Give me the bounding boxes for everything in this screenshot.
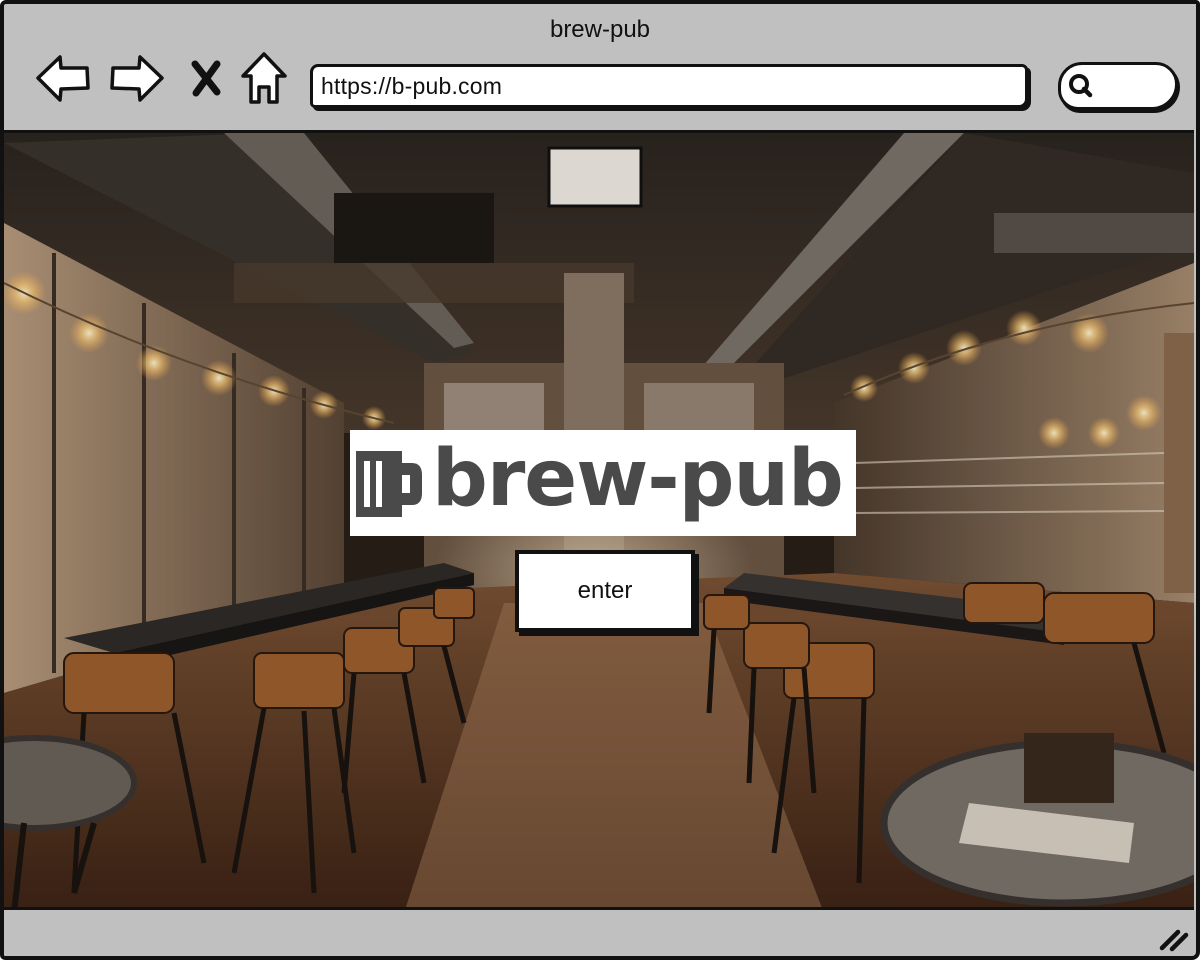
brand-logo: brew-pub [350, 430, 856, 536]
home-icon [241, 52, 287, 104]
stop-button[interactable] [180, 48, 232, 108]
address-bar[interactable]: https://b-pub.com [310, 64, 1028, 108]
window-title: brew-pub [549, 16, 651, 43]
search-icon [1069, 74, 1093, 98]
close-x-icon [191, 60, 221, 97]
resize-grip[interactable] [1156, 922, 1190, 952]
search-input[interactable] [1058, 62, 1178, 110]
beer-mug-icon [356, 451, 422, 517]
page-viewport: brew-pub enter [4, 130, 1194, 910]
back-arrow-icon [36, 55, 90, 102]
status-bar [4, 910, 1196, 956]
browser-window: brew-pub https://b-pub.com brew-pub ente… [0, 0, 1200, 960]
back-button[interactable] [34, 48, 92, 108]
brand-logo-text: brew-pub [432, 434, 844, 524]
forward-button[interactable] [108, 48, 166, 108]
home-button[interactable] [236, 48, 292, 108]
resize-grip-icon [1159, 929, 1189, 952]
forward-arrow-icon [110, 55, 164, 102]
address-url: https://b-pub.com [321, 72, 503, 99]
enter-button[interactable]: enter [515, 550, 695, 632]
